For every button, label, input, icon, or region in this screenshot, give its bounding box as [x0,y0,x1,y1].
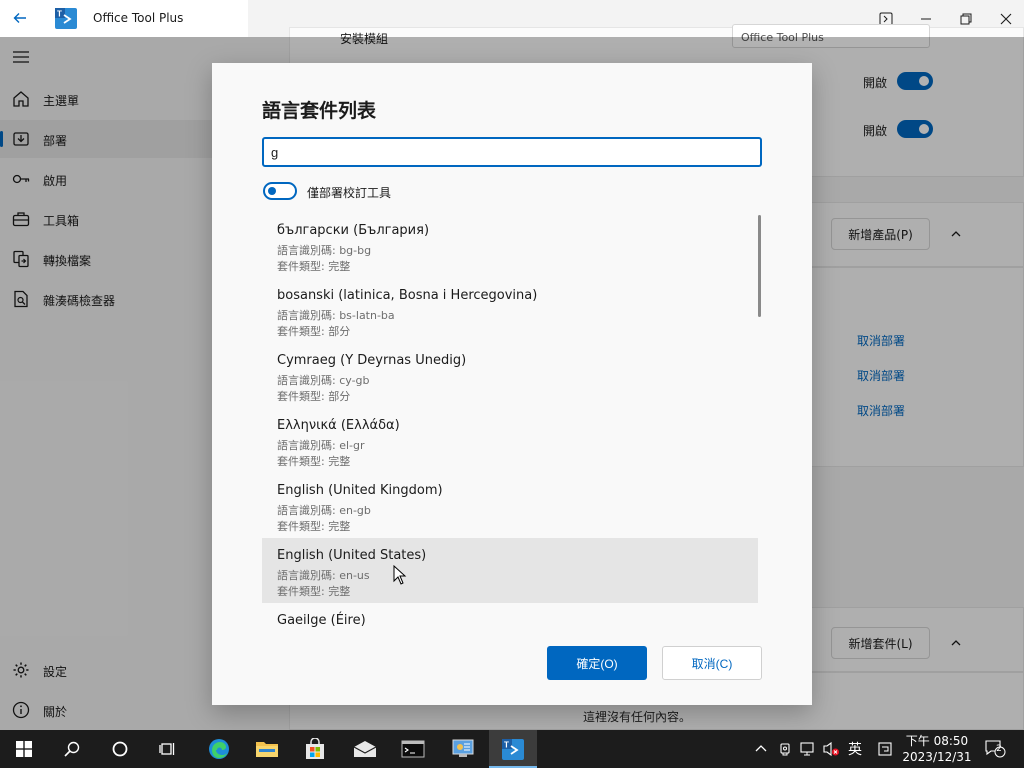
volume-muted-icon [823,741,839,757]
edge-taskbar-button[interactable] [195,730,243,768]
scrollbar-thumb[interactable] [758,215,761,317]
package-type: 套件類型: 完整 [277,585,351,598]
minimize-icon [921,18,931,19]
show-hidden-icons-button[interactable] [751,730,771,768]
notification-count-badge: 2 [996,744,1002,754]
package-type: 套件類型: 完整 [277,455,351,468]
restore-icon [960,13,972,24]
package-type: 套件類型: 部分 [277,325,351,338]
dialog-title: 語言套件列表 [262,100,377,122]
network-icon [800,742,814,756]
svg-text:T: T [57,10,62,19]
search-button[interactable] [48,730,96,768]
language-item[interactable]: bosanski (latinica, Bosna i Hercegovina)… [262,278,758,343]
language-pack-dialog: 語言套件列表 僅部署校訂工具 български (България) 語言識別… [212,63,812,705]
mail-taskbar-button[interactable] [341,730,389,768]
language-code: 語言識別碼: bg-bg [277,244,372,257]
proofing-tools-only-label: 僅部署校訂工具 [307,186,392,200]
language-name: Ελληνικά (Ελλάδα) [277,418,400,433]
proofing-tools-only-toggle[interactable] [263,182,297,200]
language-code: 語言識別碼: en-us [277,569,370,582]
folder-icon [256,742,278,757]
language-name: English (United Kingdom) [277,483,443,498]
chevron-up-icon [755,745,767,752]
language-list-scrollbar[interactable] [758,213,762,629]
language-item[interactable]: Ελληνικά (Ελλάδα) 語言識別碼: el-gr 套件類型: 完整 [262,408,758,473]
cancel-button[interactable]: 取消(C) [662,646,762,680]
search-icon [64,741,80,757]
store-taskbar-button[interactable] [291,730,339,768]
windows-icon [16,741,32,757]
file-explorer-taskbar-button[interactable] [243,730,291,768]
cortana-icon [112,741,128,757]
mail-icon [353,741,377,757]
language-item[interactable]: Cymraeg (Y Deyrnas Unedig) 語言識別碼: cy-gb … [262,343,758,408]
language-item[interactable]: English (United Kingdom) 語言識別碼: en-gb 套件… [262,473,758,538]
office-tool-plus-taskbar-button[interactable]: T [489,730,537,768]
language-name: Cymraeg (Y Deyrnas Unedig) [277,353,467,368]
svg-text:T: T [504,740,509,749]
language-item[interactable]: English (United States) 語言識別碼: en-us 套件類… [262,538,758,603]
ok-button[interactable]: 確定(O) [547,646,647,680]
language-list: български (България) 語言識別碼: bg-bg 套件類型: … [262,213,762,629]
usb-device-icon [780,743,790,756]
language-name: български (България) [277,223,430,238]
cortana-button[interactable] [96,730,144,768]
language-search-input[interactable] [262,137,762,167]
ime-indicator[interactable]: 英 [843,730,867,768]
edge-browser-icon [209,739,229,759]
tray-device-button[interactable] [775,730,795,768]
tray-ime-pad-button[interactable] [874,730,896,768]
app-title: Office Tool Plus [93,11,184,25]
terminal-taskbar-button[interactable] [389,730,437,768]
language-name: Gaeilge (Éire) [277,613,366,628]
language-item[interactable]: български (България) 語言識別碼: bg-bg 套件類型: … [262,213,758,278]
package-type: 套件類型: 完整 [277,260,351,273]
package-type: 套件類型: 完整 [277,520,351,533]
task-view-icon [159,743,175,755]
command-prompt-icon [401,740,425,758]
taskbar: T 英 下午 08:50 2023/12/31 2 [0,730,1024,768]
ime-pad-icon [878,742,892,756]
start-button[interactable] [0,730,48,768]
language-code: 語言識別碼: cy-gb [277,374,370,387]
office-tool-plus-logo: T [55,8,77,29]
package-type: 套件類型: 部分 [277,390,351,403]
tray-volume-button[interactable] [820,730,842,768]
arrow-left-icon [13,13,26,23]
language-code: 語言識別碼: el-gr [277,439,365,452]
office-tool-plus-icon: T [502,738,524,760]
language-code: 語言識別碼: en-gb [277,504,371,517]
empty-list-note: 這裡沒有任何內容。 [583,710,692,724]
language-name: English (United States) [277,548,427,563]
store-bag-icon [306,738,324,759]
close-icon [1000,13,1012,24]
mouse-cursor-icon [393,565,407,585]
tray-network-button[interactable] [798,730,818,768]
control-panel-taskbar-button[interactable] [439,730,487,768]
clock-time: 下午 08:50 [905,734,969,748]
clock-date: 2023/12/31 [902,750,972,764]
action-center-button[interactable]: 2 [980,730,1010,768]
language-code: 語言識別碼: bs-latn-ba [277,309,395,322]
back-button[interactable] [8,6,32,30]
language-item[interactable]: Gaeilge (Éire) [262,603,758,629]
control-panel-icon [452,739,474,757]
language-name: bosanski (latinica, Bosna i Hercegovina) [277,288,538,303]
system-clock[interactable]: 下午 08:50 2023/12/31 [900,733,974,765]
task-view-button[interactable] [144,730,192,768]
